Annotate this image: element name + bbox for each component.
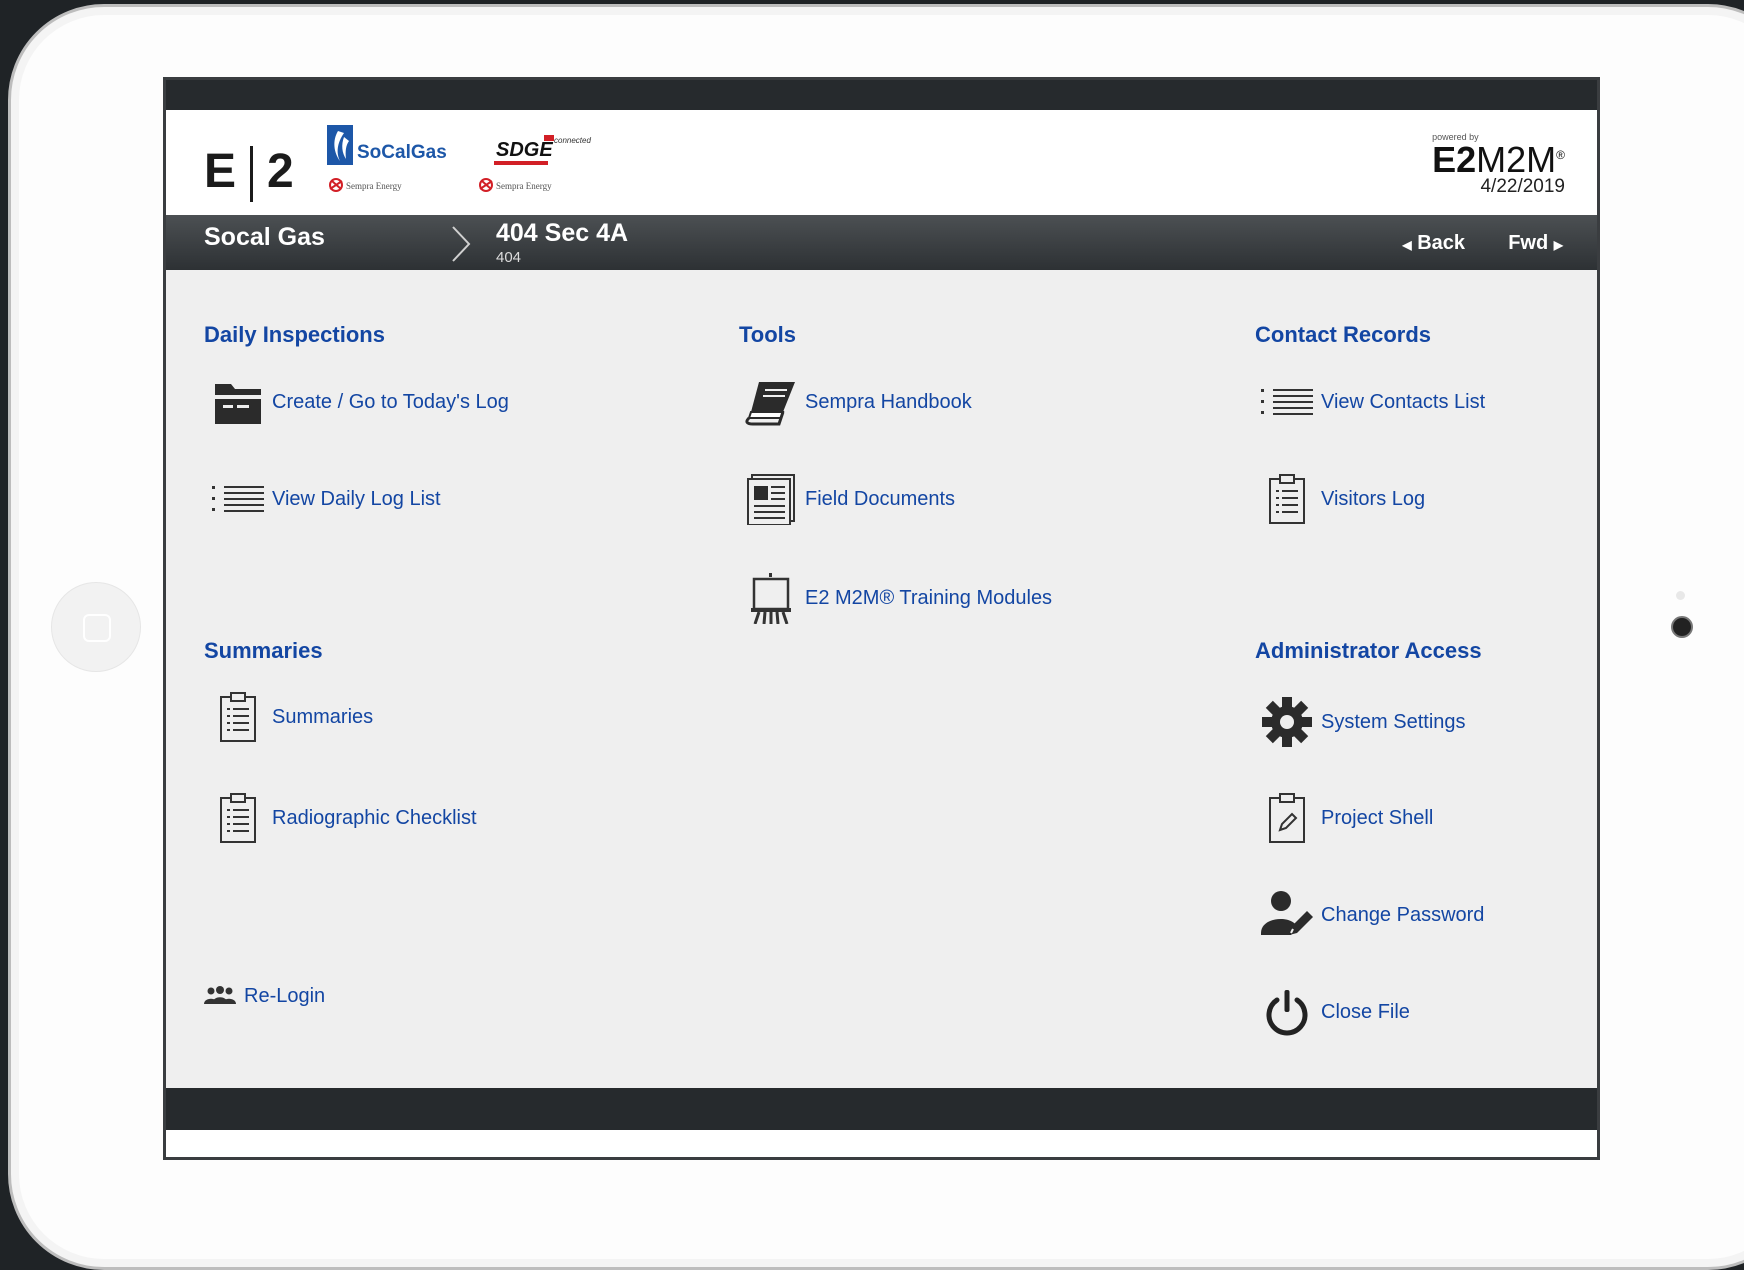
close-file-link[interactable]: Close File: [1261, 986, 1410, 1038]
view-daily-log-list-link[interactable]: View Daily Log List: [212, 473, 441, 525]
back-button[interactable]: ◀ Back: [1402, 232, 1465, 255]
bottom-bar: [166, 1088, 1597, 1130]
list-icon: [212, 473, 264, 525]
project-shell-link[interactable]: Project Shell: [1261, 792, 1433, 844]
light-sensor: [1676, 591, 1685, 600]
status-bar: [166, 80, 1597, 110]
training-modules-link[interactable]: E2 M2M® Training Modules: [745, 572, 1052, 624]
caret-right-icon: ▶: [1553, 238, 1563, 252]
list-icon: [1261, 376, 1313, 428]
svg-text:SoCalGas: SoCalGas: [357, 142, 447, 163]
bottom-strip: [166, 1130, 1597, 1157]
user-edit-icon: [1261, 889, 1313, 941]
change-password-link[interactable]: Change Password: [1261, 889, 1484, 941]
svg-text:connected: connected: [554, 136, 591, 145]
summaries-link[interactable]: Summaries: [212, 691, 373, 743]
header: E2 SoCalGas Sempra Energy SDGE connected: [166, 110, 1597, 215]
field-documents-link[interactable]: Field Documents: [745, 473, 955, 525]
gear-icon: [1261, 696, 1313, 748]
relogin-link[interactable]: Re-Login: [204, 970, 325, 1022]
breadcrumb-current: 404 Sec 4A: [496, 219, 629, 247]
clipboard-list-icon: [212, 792, 264, 844]
power-icon: [1261, 986, 1313, 1038]
breadcrumb-root[interactable]: Socal Gas: [204, 223, 325, 252]
clipboard-list-icon: [212, 691, 264, 743]
main-content: Daily Inspections Create / Go to Today's…: [166, 270, 1597, 1088]
svg-text:SDGE: SDGE: [496, 139, 553, 161]
system-settings-link[interactable]: System Settings: [1261, 696, 1466, 748]
clipboard-list-icon: [1261, 473, 1313, 525]
heading-administrator-access: Administrator Access: [1255, 638, 1482, 663]
clipboard-edit-icon: [1261, 792, 1313, 844]
sempra-handbook-link[interactable]: Sempra Handbook: [745, 376, 972, 428]
create-todays-log-link[interactable]: Create / Go to Today's Log: [212, 376, 509, 428]
e2-logo: E2: [204, 144, 294, 203]
view-contacts-list-link[interactable]: View Contacts List: [1261, 376, 1485, 428]
breadcrumb-code: 404: [496, 249, 522, 266]
folder-icon: [212, 376, 264, 428]
easel-icon: [745, 572, 797, 624]
nav-bar: Socal Gas 404 Sec 4A 404 ◀ Back Fwd ▶: [166, 215, 1597, 270]
users-icon: [204, 984, 236, 1008]
document-icon: [745, 473, 797, 525]
book-icon: [745, 376, 797, 428]
chevron-right-icon: [452, 226, 471, 262]
heading-daily-inspections: Daily Inspections: [204, 322, 385, 347]
heading-tools: Tools: [739, 322, 797, 347]
heading-contact-records: Contact Records: [1255, 322, 1432, 347]
svg-text:Sempra Energy: Sempra Energy: [346, 181, 402, 191]
svg-text:Sempra Energy: Sempra Energy: [496, 181, 552, 191]
fwd-button[interactable]: Fwd ▶: [1508, 232, 1563, 255]
camera: [1671, 616, 1693, 638]
app-screen: E2 SoCalGas Sempra Energy SDGE connected: [163, 77, 1600, 1160]
caret-left-icon: ◀: [1402, 238, 1412, 252]
socalgas-logo: SoCalGas Sempra Energy: [324, 123, 449, 203]
e2m2m-logo: powered by E2M2M® 4/22/2019: [1432, 132, 1565, 197]
heading-summaries: Summaries: [204, 638, 323, 663]
visitors-log-link[interactable]: Visitors Log: [1261, 473, 1425, 525]
home-button[interactable]: [51, 582, 141, 672]
radiographic-checklist-link[interactable]: Radiographic Checklist: [212, 792, 477, 844]
sdge-logo: SDGE connected Sempra Energy: [466, 123, 596, 203]
